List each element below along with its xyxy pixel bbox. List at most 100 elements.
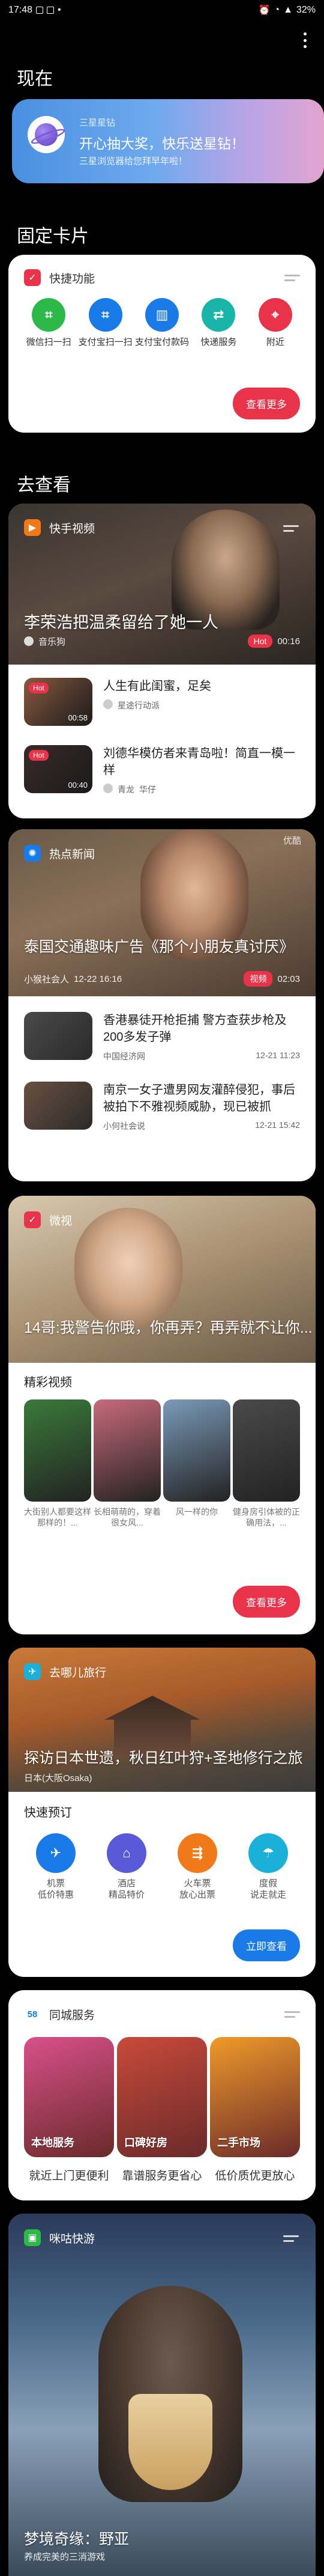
migu-hero-subtitle: 养成完美的三消游戏 [24, 2552, 106, 2562]
gallery-icon [47, 7, 55, 14]
kuaishou-hero-duration: 00:16 [277, 636, 300, 647]
wifi-icon: ◔ [274, 5, 280, 15]
scan-icon: ⌗ [32, 298, 66, 332]
weishi-hero-video[interactable]: ✓ 微视 14哥:我警告你哦，你再弄？再弄就不让你... [8, 1196, 316, 1363]
migu-title: 咪咕快游 [49, 2232, 95, 2246]
news-meta: 小何社会说 12-21 15:42 [103, 1120, 300, 1132]
glyph: ☂ [262, 1845, 274, 1860]
drag-handle-icon[interactable] [284, 274, 300, 281]
quick-item-label: 支付宝扫一扫 [78, 337, 133, 347]
weishi-more-button[interactable]: 查看更多 [233, 1586, 300, 1618]
news-item[interactable]: 香港暴徒开枪拒捕 警方查获步枪及200多发子弹中国经济网 12-21 11:23 [8, 1002, 316, 1072]
glyph: ⇶ [191, 1845, 203, 1860]
news-hero-video[interactable]: ✺ 热点新闻 优酷 泰国交通趣味广告《那个小朋友真讨厌》 小猴社会人 12-22… [8, 829, 316, 996]
short-video-item[interactable]: 健身房引体被的正确用法，... [233, 1399, 300, 1528]
news-card: ✺ 热点新闻 优酷 泰国交通趣味广告《那个小朋友真讨厌》 小猴社会人 12-22… [8, 829, 316, 1181]
booking-item[interactable]: ⇶ 火车票 放心出票 [167, 1833, 227, 1901]
news-hero-title: 泰国交通趣味广告《那个小朋友真讨厌》 [24, 939, 295, 955]
tile-caption: 低价质优更放心 [215, 2170, 295, 2182]
banner-title: 开心抽大奖，快乐送星钻！ [79, 136, 245, 151]
video-item[interactable]: Hot 00:58 人生有此闺蜜，足矣 星途行动派 [8, 668, 316, 735]
hot-badge: Hot [29, 683, 49, 693]
status-bar: 17:48 • ⏰ ◔ ▲ 32% [0, 0, 324, 20]
hero-baby-image [74, 1208, 182, 1328]
migu-card: ▣ 咪咕快游 梦境奇缘：野亚 养成完美的三消游戏 [8, 2214, 316, 2576]
booking-sublabel: 低价特惠 [37, 1890, 74, 1900]
video-thumbnail: Hot 00:40 [24, 745, 92, 793]
quick-item[interactable]: ⌗ 微信扫一扫 [21, 298, 76, 348]
news-thumbnail [24, 1082, 92, 1130]
travel-section-title: 快速预订 [24, 1806, 72, 1819]
drag-handle-icon[interactable] [283, 525, 299, 532]
travel-card: ✈ 去哪儿旅行 探访日本世遗，秋日红叶狩+圣地修行之旅 日本(大阪Osaka) … [8, 1648, 316, 1977]
short-video-item[interactable]: 长相萌萌的，穿着很女风... [94, 1399, 161, 1528]
short-video-item[interactable]: 大街别人都要这样那样的！... [24, 1399, 91, 1528]
kuaishou-hero-author: 音乐狗 [38, 636, 66, 647]
quick-item[interactable]: ⇄ 快递服务 [191, 298, 246, 348]
quick-functions-card: ✓ 快捷功能 ⌗ 微信扫一扫 ⌗ 支付宝扫一扫 ▥ 支付宝付款码 ⇄ 快递服务 ⌖ 附近 查看更多 [8, 255, 316, 433]
news-meta: 中国经济网 12-21 11:23 [103, 1050, 300, 1062]
galaxy-store-logo [28, 116, 65, 153]
source-tag: 优酷 [283, 836, 301, 846]
short-video-label: 健身房引体被的正确用法，... [233, 1507, 300, 1527]
news-item[interactable]: 南京一女子遭男网友灌醉侵犯，事后被拍下不雅视频威胁，现已被抓小何社会说 12-21… [8, 1072, 316, 1142]
kuaishou-icon: ▶ [24, 519, 41, 536]
author-avatar-icon [103, 784, 113, 793]
drag-handle-icon[interactable] [283, 2235, 299, 2242]
booking-item[interactable]: ✈ 机票 低价特惠 [26, 1833, 86, 1901]
scan-icon: ⌗ [88, 298, 122, 332]
city-service-tile[interactable]: 本地服务 [24, 2037, 114, 2157]
short-video-label: 大街别人都要这样那样的！... [24, 1507, 91, 1527]
news-title: 香港暴徒开枪拒捕 警方查获步枪及200多发子弹 [103, 1014, 287, 1044]
tile-label: 二手市场 [217, 2137, 260, 2149]
booking-sublabel: 放心出票 [179, 1890, 215, 1900]
city-service-card: 58 同城服务 本地服务 口碑好房 二手市场 就近上门更便利 靠谱服务更省心 低价质优更… [8, 1990, 316, 2200]
city-service-tile[interactable]: 二手市场 [210, 2037, 300, 2157]
hot-badge: Hot [29, 750, 49, 761]
news-hero-date: 12-22 16:16 [74, 973, 122, 984]
hot-badge: Hot [247, 635, 273, 648]
quick-item[interactable]: ⌗ 支付宝扫一扫 [78, 298, 133, 348]
short-video-item[interactable]: 风一样的你 [163, 1399, 230, 1528]
video-thumbnail: Hot 00:58 [24, 678, 92, 726]
drag-handle-icon[interactable] [284, 2011, 300, 2018]
glyph: ⇄ [213, 307, 224, 322]
quick-item-label: 附近 [266, 337, 284, 347]
section-fixed-title: 固定卡片 [17, 227, 89, 246]
video-author-secondary: 华仔 [139, 785, 156, 794]
migu-icon: ▣ [24, 2229, 41, 2246]
booking-item[interactable]: ⌂ 酒店 精品特价 [97, 1833, 157, 1901]
quick-item[interactable]: ▥ 支付宝付款码 [134, 298, 190, 348]
short-video-label: 长相萌萌的，穿着很女风... [94, 1507, 161, 1527]
booking-label: 度假 [259, 1878, 277, 1889]
news-icon: ✺ [24, 845, 41, 862]
booking-item[interactable]: ☂ 度假 说走就走 [238, 1833, 298, 1901]
short-video-label: 风一样的你 [176, 1507, 218, 1517]
quick-functions-title: 快捷功能 [49, 272, 95, 285]
city-title: 同城服务 [49, 2009, 95, 2022]
promo-banner[interactable]: 三星星钻 开心抽大奖，快乐送星钻！ 三星浏览器给您拜早年啦！ [12, 99, 324, 183]
quick-item-label: 微信扫一扫 [26, 337, 71, 347]
glyph: ⌗ [101, 307, 109, 322]
barcode-icon: ▥ [145, 298, 179, 332]
tile-caption: 靠谱服务更省心 [122, 2170, 202, 2182]
city-service-tile[interactable]: 口碑好房 [117, 2037, 207, 2157]
more-options-icon[interactable] [302, 32, 307, 48]
kuaishou-hero-video[interactable]: ▶ 快手视频 李荣浩把温柔留给了她一人 音乐狗 Hot 00:16 [8, 504, 316, 665]
news-title: 南京一女子遭男网友灌醉侵犯，事后被拍下不雅视频威胁，现已被抓 [103, 1083, 295, 1113]
kuaishou-hero-title: 李荣浩把温柔留给了她一人 [24, 614, 218, 632]
video-duration: 00:40 [68, 781, 88, 790]
migu-hero[interactable]: ▣ 咪咕快游 梦境奇缘：野亚 养成完美的三消游戏 [8, 2214, 316, 2576]
quick-item[interactable]: ⌖ 附近 [248, 298, 303, 348]
quick-more-button[interactable]: 查看更多 [233, 388, 300, 419]
tile-label: 口碑好房 [124, 2137, 167, 2149]
more-notifications-icon: • [58, 5, 61, 15]
travel-book-button[interactable]: 立即查看 [233, 1929, 300, 1961]
alarm-icon: ⏰ [258, 5, 271, 16]
beach-icon: ☂ [248, 1833, 288, 1873]
news-thumbnail [24, 1012, 92, 1060]
video-item[interactable]: Hot 00:40 刘德华模仿者来青岛啦！简直一模一样 青龙 华仔 [8, 735, 316, 805]
banner-brand: 三星星钻 [79, 118, 116, 128]
travel-hero[interactable]: ✈ 去哪儿旅行 探访日本世遗，秋日红叶狩+圣地修行之旅 日本(大阪Osaka) [8, 1648, 316, 1792]
check-icon: ✓ [24, 269, 41, 286]
